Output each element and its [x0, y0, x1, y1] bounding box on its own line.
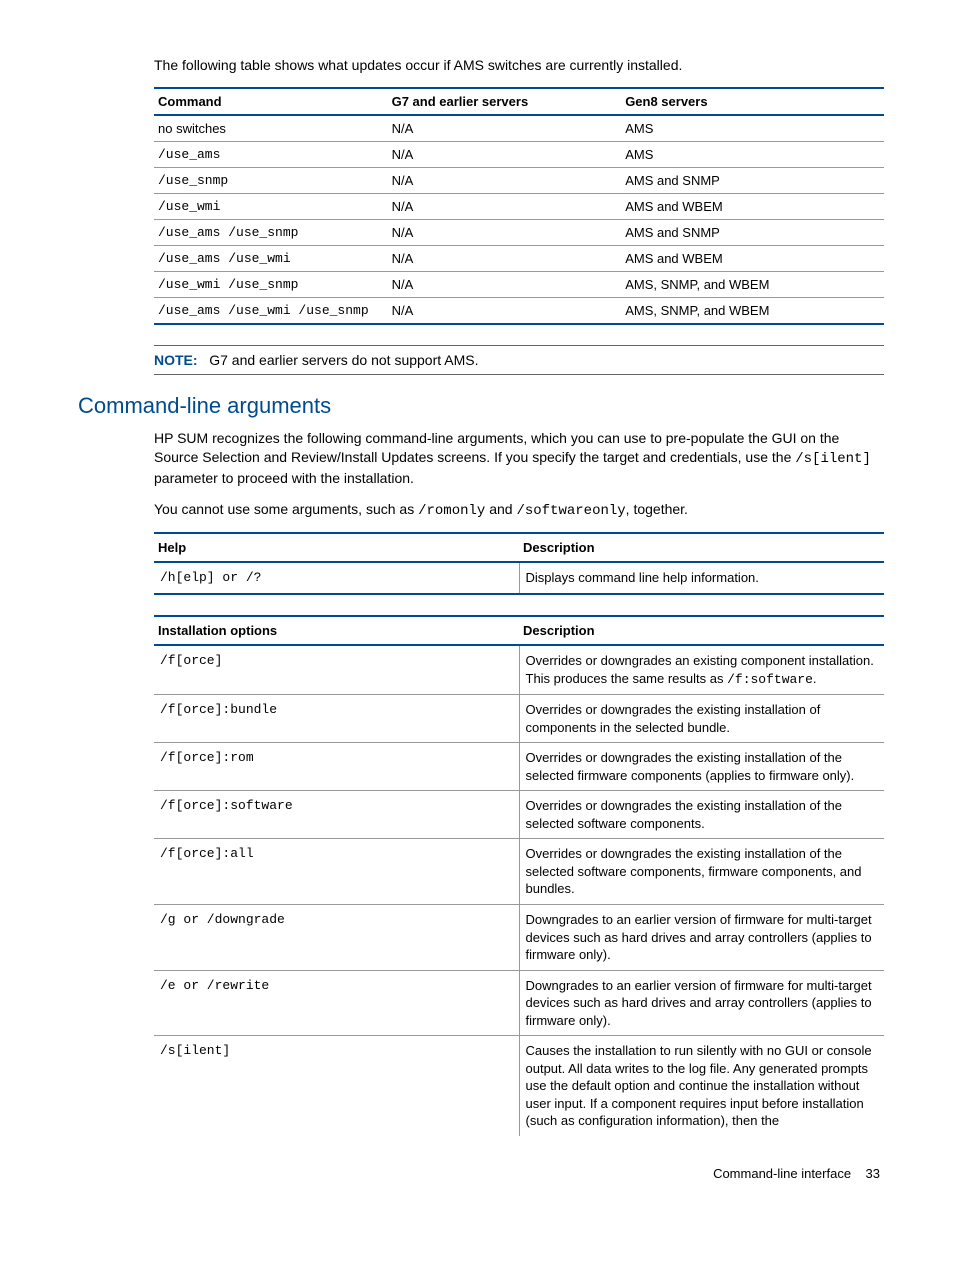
para1-text-b: parameter to proceed with the installati… [154, 470, 414, 486]
ams-cell-g7: N/A [388, 115, 622, 142]
install-cell-desc: Downgrades to an earlier version of firm… [519, 970, 884, 1036]
help-header-desc: Description [519, 533, 884, 562]
table-row: /f[orce]:softwareOverrides or downgrades… [154, 791, 884, 839]
ams-header-g7: G7 and earlier servers [388, 88, 622, 115]
install-cell-arg: /f[orce]:rom [154, 743, 519, 791]
table-row: no switchesN/AAMS [154, 115, 884, 142]
ams-cell-command: /use_wmi /use_snmp [154, 271, 388, 297]
para1-text-a: HP SUM recognizes the following command-… [154, 430, 839, 465]
ams-cell-gen8: AMS and SNMP [621, 167, 884, 193]
install-cell-desc: Downgrades to an earlier version of firm… [519, 905, 884, 971]
table-row: /use_ams /use_wmiN/AAMS and WBEM [154, 245, 884, 271]
table-row: /f[orce]:bundleOverrides or downgrades t… [154, 695, 884, 743]
install-cell-arg: /s[ilent] [154, 1036, 519, 1136]
para2-code2: /softwareonly [516, 503, 625, 519]
table-row: /s[ilent]Causes the installation to run … [154, 1036, 884, 1136]
ams-cell-gen8: AMS and WBEM [621, 245, 884, 271]
ams-cell-gen8: AMS and SNMP [621, 219, 884, 245]
note-label: NOTE: [154, 352, 198, 368]
install-cell-desc: Overrides or downgrades an existing comp… [519, 645, 884, 695]
ams-cell-command: /use_ams /use_snmp [154, 219, 388, 245]
ams-cell-g7: N/A [388, 219, 622, 245]
table-row: /use_ams /use_snmpN/AAMS and SNMP [154, 219, 884, 245]
para2-text-a: You cannot use some arguments, such as [154, 501, 418, 517]
install-cell-arg: /g or /downgrade [154, 905, 519, 971]
ams-header-gen8: Gen8 servers [621, 88, 884, 115]
table-row: /use_amsN/AAMS [154, 141, 884, 167]
table-row: /f[orce]:romOverrides or downgrades the … [154, 743, 884, 791]
install-header-desc: Description [519, 616, 884, 645]
install-cell-arg: /f[orce]:software [154, 791, 519, 839]
ams-cell-command: /use_ams /use_wmi [154, 245, 388, 271]
install-cell-arg: /f[orce] [154, 645, 519, 695]
intro-paragraph: The following table shows what updates o… [154, 56, 884, 75]
footer-label: Command-line interface [713, 1166, 851, 1181]
para2-code1: /romonly [418, 503, 485, 519]
ams-cell-g7: N/A [388, 141, 622, 167]
ams-cell-g7: N/A [388, 245, 622, 271]
table-row: /use_ams /use_wmi /use_snmpN/AAMS, SNMP,… [154, 297, 884, 324]
para2-mid: and [485, 501, 516, 517]
help-cell-arg: /h[elp] or /? [154, 562, 519, 594]
install-cell-arg: /f[orce]:all [154, 839, 519, 905]
help-cell-desc: Displays command line help information. [519, 562, 884, 594]
paragraph-1: HP SUM recognizes the following command-… [154, 429, 884, 488]
ams-cell-command: /use_ams [154, 141, 388, 167]
ams-cell-command: /use_ams /use_wmi /use_snmp [154, 297, 388, 324]
ams-cell-g7: N/A [388, 271, 622, 297]
ams-cell-gen8: AMS, SNMP, and WBEM [621, 271, 884, 297]
page-footer: Command-line interface 33 [78, 1166, 884, 1181]
footer-page-number: 33 [866, 1166, 880, 1181]
para2-text-b: , together. [626, 501, 688, 517]
table-row: /use_snmpN/AAMS and SNMP [154, 167, 884, 193]
install-options-table: Installation options Description /f[orce… [154, 615, 884, 1136]
install-cell-desc: Overrides or downgrades the existing ins… [519, 839, 884, 905]
note-block: NOTE: G7 and earlier servers do not supp… [154, 345, 884, 375]
ams-header-command: Command [154, 88, 388, 115]
ams-cell-gen8: AMS, SNMP, and WBEM [621, 297, 884, 324]
install-cell-arg: /f[orce]:bundle [154, 695, 519, 743]
ams-cell-g7: N/A [388, 167, 622, 193]
table-row: /e or /rewriteDowngrades to an earlier v… [154, 970, 884, 1036]
ams-cell-command: /use_snmp [154, 167, 388, 193]
para1-code: /s[ilent] [795, 451, 871, 467]
install-cell-desc: Overrides or downgrades the existing ins… [519, 743, 884, 791]
table-row: /f[orce]:allOverrides or downgrades the … [154, 839, 884, 905]
install-cell-desc: Causes the installation to run silently … [519, 1036, 884, 1136]
section-heading: Command-line arguments [78, 393, 884, 419]
table-row: /f[orce]Overrides or downgrades an exist… [154, 645, 884, 695]
ams-cell-gen8: AMS [621, 115, 884, 142]
ams-cell-g7: N/A [388, 193, 622, 219]
ams-cell-g7: N/A [388, 297, 622, 324]
ams-cell-command: /use_wmi [154, 193, 388, 219]
note-text: G7 and earlier servers do not support AM… [209, 352, 478, 368]
install-cell-arg: /e or /rewrite [154, 970, 519, 1036]
ams-cell-command: no switches [154, 115, 388, 142]
ams-switches-table: Command G7 and earlier servers Gen8 serv… [154, 87, 884, 325]
ams-cell-gen8: AMS and WBEM [621, 193, 884, 219]
help-header-arg: Help [154, 533, 519, 562]
table-row: /h[elp] or /?Displays command line help … [154, 562, 884, 594]
help-table: Help Description /h[elp] or /?Displays c… [154, 532, 884, 595]
install-cell-desc: Overrides or downgrades the existing ins… [519, 791, 884, 839]
table-row: /use_wmi /use_snmpN/AAMS, SNMP, and WBEM [154, 271, 884, 297]
install-header-arg: Installation options [154, 616, 519, 645]
paragraph-2: You cannot use some arguments, such as /… [154, 500, 884, 521]
install-cell-desc: Overrides or downgrades the existing ins… [519, 695, 884, 743]
table-row: /use_wmiN/AAMS and WBEM [154, 193, 884, 219]
ams-cell-gen8: AMS [621, 141, 884, 167]
table-row: /g or /downgradeDowngrades to an earlier… [154, 905, 884, 971]
